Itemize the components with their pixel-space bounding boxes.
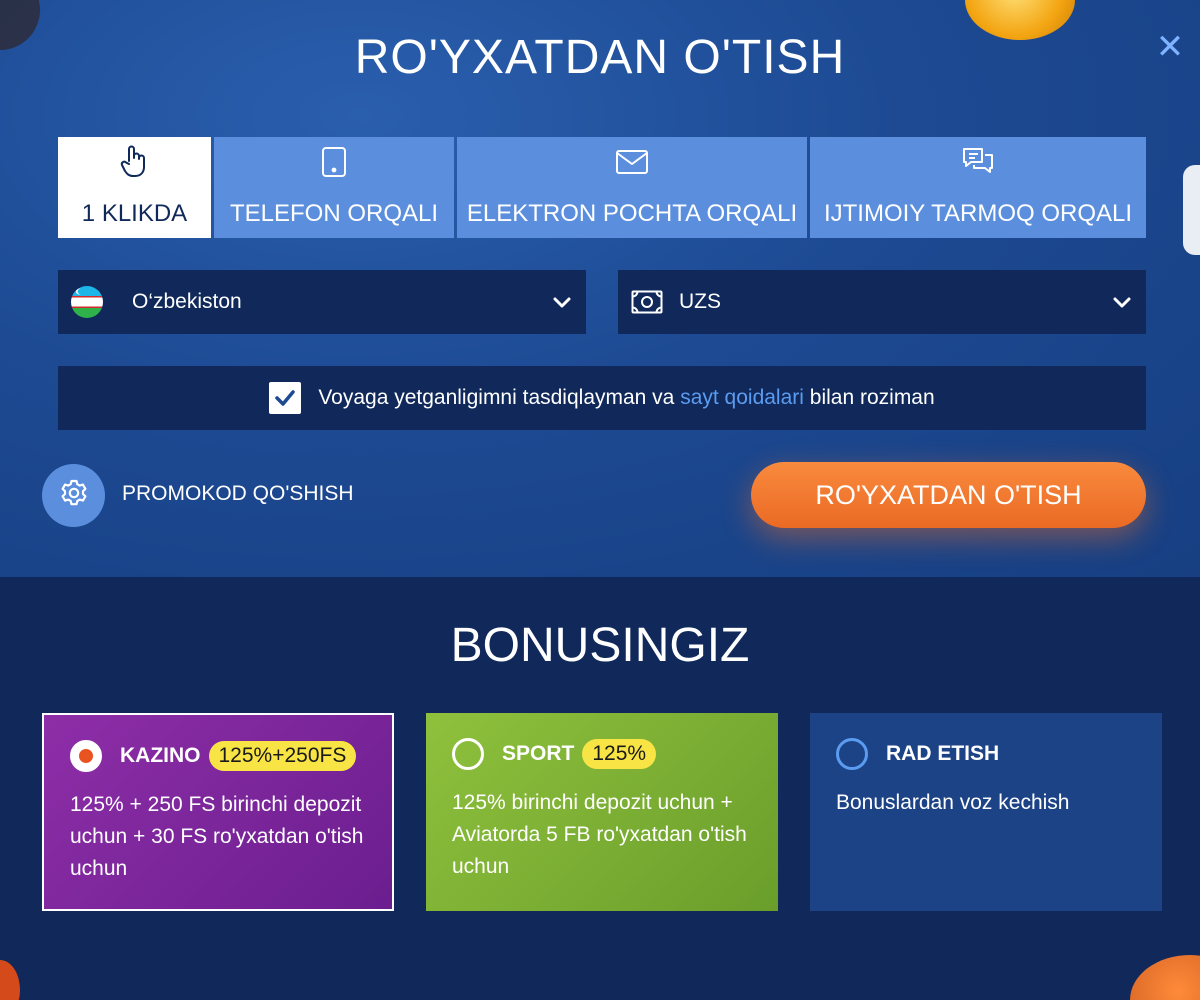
page-title: RO'YXATDAN O'TISH: [354, 31, 846, 84]
bonus-name: KAZINO: [120, 744, 201, 767]
bonus-section-title: BONUSINGIZ: [450, 619, 750, 672]
tab-label: TELEFON ORQALI: [229, 200, 439, 227]
agree-checkbox[interactable]: [269, 382, 302, 414]
bonus-option-kazino[interactable]: KAZINO 125%+250FS 125% + 250 FS birinchi…: [42, 713, 394, 911]
promo-code-label[interactable]: PROMOKOD QO'SHISH: [122, 482, 354, 506]
chat-bubbles-icon: [961, 145, 995, 179]
promo-code-button[interactable]: [42, 464, 105, 527]
tab-email[interactable]: ELEKTRON POCHTA ORQALI: [457, 137, 807, 238]
register-submit-button[interactable]: RO'YXATDAN O'TISH: [751, 462, 1146, 528]
bonus-option-sport[interactable]: SPORT 125% 125% birinchi depozit uchun +…: [426, 713, 778, 911]
bonus-name: RAD ETISH: [886, 742, 1000, 765]
agreement-text-end: bilan roziman: [803, 386, 935, 409]
chevron-down-icon: [550, 290, 574, 314]
currency-select[interactable]: UZS: [618, 270, 1146, 334]
tablet-icon: [317, 145, 351, 179]
bonus-badge: 125%: [582, 739, 657, 769]
tab-one-click[interactable]: 1 KLIKDA: [58, 137, 211, 238]
decorative-basketball: [1130, 955, 1200, 1000]
bonus-badge: 125%+250FS: [208, 741, 357, 771]
country-select[interactable]: O‘zbekiston: [58, 270, 586, 334]
radio-unselected[interactable]: [836, 738, 868, 770]
bonus-description: 125% birinchi depozit uchun + Aviatorda …: [452, 791, 747, 878]
bonus-description: Bonuslardan voz kechish: [836, 791, 1070, 814]
close-icon[interactable]: ✕: [1153, 30, 1187, 64]
country-value: O‘zbekiston: [132, 290, 242, 313]
tab-phone[interactable]: TELEFON ORQALI: [214, 137, 454, 238]
gear-icon: [59, 478, 89, 513]
bonus-description: 125% + 250 FS birinchi depozit uchun + 3…: [70, 793, 364, 880]
decorative-die: [1183, 165, 1200, 255]
registration-method-tabs: 1 KLIKDA TELEFON ORQALI ELEKTRON POCHTA …: [58, 137, 1146, 238]
registration-panel: RO'YXATDAN O'TISH ✕ 1 KLIKDA TELEFON ORQ…: [0, 0, 1200, 577]
currency-value: UZS: [679, 290, 721, 313]
site-rules-link[interactable]: sayt qoidalari: [680, 386, 804, 409]
tab-label: IJTIMOIY TARMOQ ORQALI: [823, 200, 1133, 227]
tab-label: 1 KLIKDA: [81, 200, 188, 227]
chevron-down-icon: [1110, 290, 1134, 314]
agreement-text: Voyaga yetganligimni tasdiqlayman va: [318, 386, 681, 409]
radio-selected[interactable]: [70, 740, 102, 772]
age-terms-agreement: Voyaga yetganligimni tasdiqlayman va say…: [58, 366, 1146, 430]
radio-unselected[interactable]: [452, 738, 484, 770]
decorative-ball: [0, 960, 20, 1000]
tab-label: ELEKTRON POCHTA ORQALI: [466, 200, 798, 227]
tab-social[interactable]: IJTIMOIY TARMOQ ORQALI: [810, 137, 1146, 238]
bonus-option-decline[interactable]: RAD ETISH Bonuslardan voz kechish: [810, 713, 1162, 911]
money-bill-icon: [631, 290, 663, 319]
uzbekistan-flag-icon: [71, 286, 103, 323]
envelope-icon: [615, 145, 649, 179]
bonus-name: SPORT: [502, 742, 575, 765]
hand-pointer-icon: [118, 145, 152, 179]
